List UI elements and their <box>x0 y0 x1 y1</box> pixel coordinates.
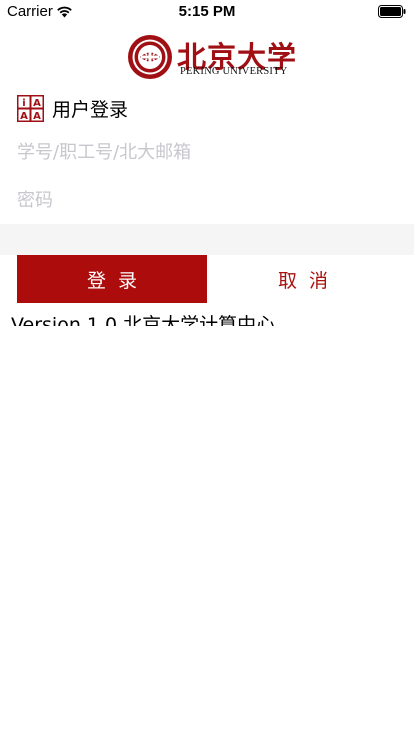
battery-icon <box>378 5 406 23</box>
status-bar: Carrier 5:15 PM <box>0 0 414 22</box>
login-button[interactable]: 登录 <box>17 255 207 303</box>
login-header: i A A A 用户登录 <box>17 94 317 122</box>
login-icon: i A A A <box>17 95 44 126</box>
clock: 5:15 PM <box>178 3 236 20</box>
seal-icon <box>127 34 173 84</box>
svg-text:A: A <box>33 111 41 122</box>
username-row <box>0 128 414 177</box>
username-input[interactable] <box>17 128 397 176</box>
svg-text:A: A <box>33 98 41 109</box>
login-title: 用户登录 <box>52 99 129 121</box>
section-spacer <box>0 224 414 255</box>
password-input[interactable] <box>17 176 397 224</box>
svg-text:i: i <box>22 98 25 109</box>
version-label: Version 1.0 北京大学计算中心 <box>11 314 276 326</box>
svg-text:A: A <box>20 111 28 122</box>
university-name-en: PEKING UNIVERSITY <box>180 66 288 77</box>
password-row <box>0 176 414 225</box>
cancel-button[interactable]: 取消 <box>208 255 398 303</box>
university-logo: 北京大学 PEKING UNIVERSITY <box>127 34 296 80</box>
